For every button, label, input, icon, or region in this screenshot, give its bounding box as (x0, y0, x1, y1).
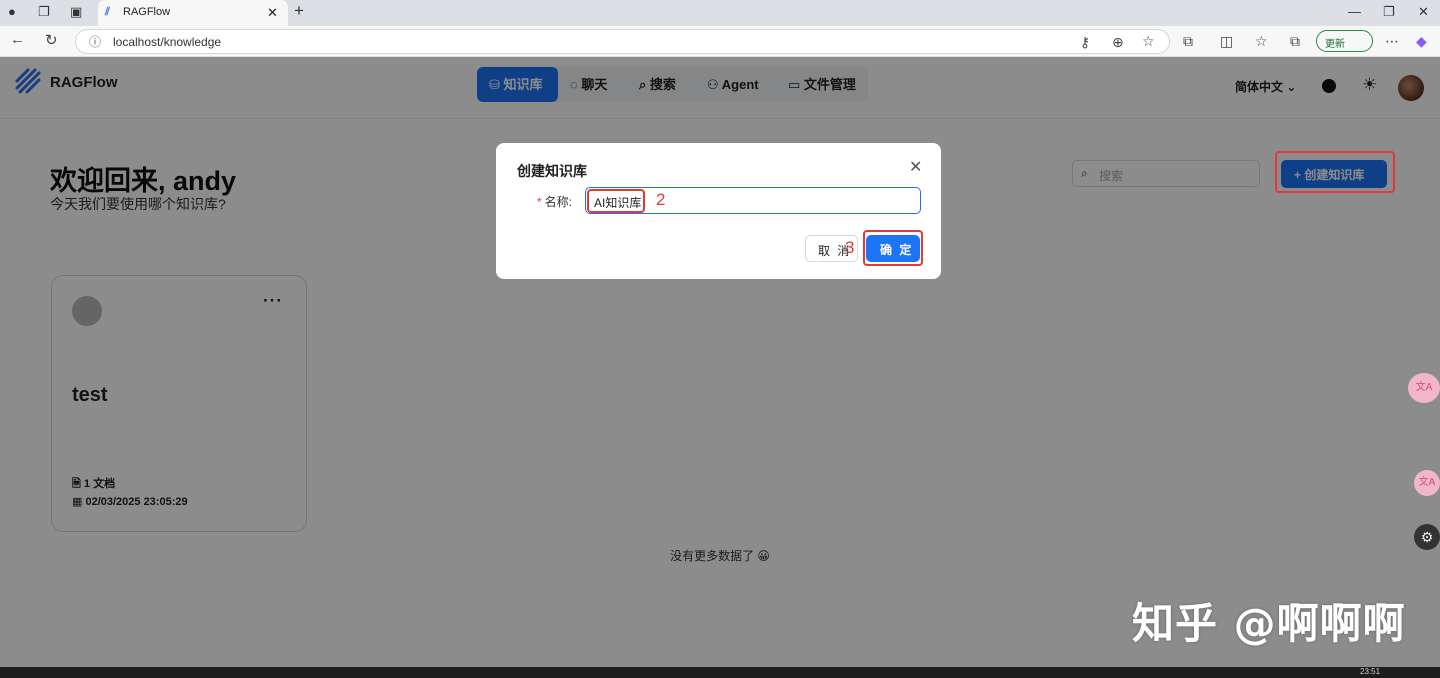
address-bar-row: ← ↻ ⓘ localhost/knowledge ⚷ ⊕ ☆ ⧉ ◫ ☆ ⧉ … (0, 26, 1440, 57)
profile-icon[interactable]: ● (8, 4, 16, 19)
favorite-star-icon[interactable]: ☆ (1142, 33, 1155, 50)
name-label: * 名称: (537, 193, 572, 210)
close-tab-icon[interactable]: ✕ (267, 5, 278, 21)
watermark: 知乎 @啊啊啊 (1132, 599, 1406, 648)
browser-tab[interactable]: ⫽ RAGFlow ✕ (98, 0, 288, 26)
favorites-icon[interactable]: ☆ (1255, 33, 1268, 50)
zoom-icon[interactable]: ⊕ (1112, 34, 1124, 51)
translate-label: 文A (1415, 382, 1433, 393)
refresh-icon[interactable]: ↻ (45, 31, 58, 49)
annotation-step-3: 3 (845, 238, 855, 257)
new-tab-icon[interactable]: + (294, 1, 304, 21)
tab-title: RAGFlow (123, 6, 171, 18)
translate-label: 文A (1418, 477, 1436, 488)
annotation-box-confirm (863, 230, 923, 266)
url-text: localhost/knowledge (113, 35, 222, 49)
required-mark: * (537, 195, 542, 209)
update-label: 更新 (1325, 39, 1345, 50)
more-menu-icon[interactable]: ⋯ (1385, 33, 1399, 50)
annotation-box-input (587, 189, 645, 213)
annotation-box-create (1275, 151, 1395, 193)
back-icon[interactable]: ← (10, 31, 25, 48)
site-info-icon[interactable]: ⓘ (89, 33, 101, 50)
close-icon[interactable]: ✕ (909, 157, 922, 177)
os-taskbar: 23:51 (0, 667, 1440, 678)
browser-tab-bar: ● ❐ ▣ ⫽ RAGFlow ✕ + — ❐ ✕ (0, 0, 1440, 26)
copilot-icon[interactable]: ◆ (1416, 33, 1427, 50)
collections-icon[interactable]: ❐ (38, 4, 50, 20)
tab-actions-icon[interactable]: ▣ (70, 4, 82, 20)
name-label-text: 名称: (544, 195, 573, 209)
split-screen-icon[interactable]: ◫ (1220, 33, 1233, 50)
restore-icon[interactable]: ❐ (1383, 4, 1395, 20)
taskbar-time: 23:51 (1360, 667, 1381, 676)
close-window-icon[interactable]: ✕ (1418, 4, 1429, 20)
collections-bar-icon[interactable]: ⧉ (1290, 33, 1300, 50)
annotation-step-2: 2 (656, 190, 666, 209)
update-button[interactable]: 更新 (1316, 30, 1373, 52)
password-key-icon[interactable]: ⚷ (1080, 34, 1090, 51)
ragflow-favicon-icon: ⫽ (105, 6, 110, 18)
translate-float-icon[interactable]: 文A (1408, 373, 1440, 403)
minimize-icon[interactable]: — (1348, 4, 1361, 19)
settings-gear-icon[interactable]: ⚙ (1414, 524, 1440, 550)
modal-title: 创建知识库 (517, 163, 587, 179)
translate-float-icon[interactable]: 文A (1414, 470, 1440, 496)
url-field[interactable]: ⓘ localhost/knowledge ⚷ ⊕ ☆ (75, 29, 1170, 54)
extensions-icon[interactable]: ⧉ (1183, 33, 1193, 50)
